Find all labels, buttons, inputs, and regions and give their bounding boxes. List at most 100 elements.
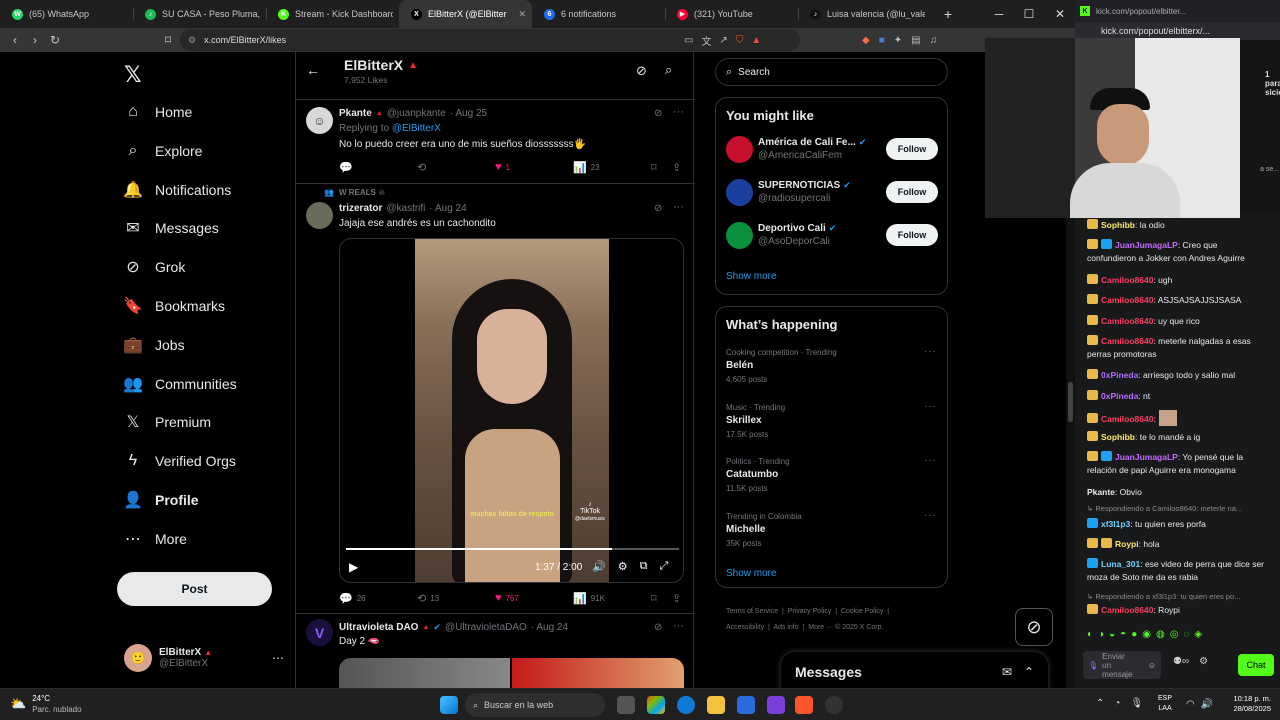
chat-username[interactable]: Camiloo8640 bbox=[1101, 605, 1153, 615]
tab-close-icon[interactable]: ✕ bbox=[518, 9, 526, 20]
sidebar-item-home[interactable]: ⌂ Home bbox=[124, 97, 192, 127]
chat-username[interactable]: Pkante bbox=[1087, 487, 1115, 497]
footer-link[interactable]: Ads info bbox=[773, 624, 798, 631]
browser-tab[interactable]: K Stream - Kick Dashboard bbox=[266, 0, 399, 28]
like-button[interactable]: ♥ 1 bbox=[495, 161, 510, 173]
app-icon[interactable] bbox=[767, 696, 785, 714]
avatar[interactable]: ☺ bbox=[306, 107, 333, 134]
tweet-more-icon[interactable]: ··· bbox=[673, 620, 684, 632]
grok-floating-button[interactable]: ⊘ bbox=[1015, 608, 1053, 646]
sidebar-item-explore[interactable]: ⌕ Explore bbox=[124, 136, 203, 166]
tweet-author-name[interactable]: trizerator bbox=[339, 203, 382, 214]
chat-username[interactable]: Sophibb bbox=[1101, 220, 1135, 230]
language-indicator[interactable]: ESP LAA bbox=[1158, 694, 1172, 714]
views-button[interactable]: 📊 91K bbox=[573, 592, 605, 605]
quick-settings[interactable]: ◠ 🔊 bbox=[1186, 699, 1213, 710]
footer-link[interactable]: Accessibility bbox=[726, 624, 764, 631]
close-window-icon[interactable]: ✕ bbox=[1044, 0, 1076, 28]
browser-tab[interactable]: X ElBitterX (@ElBitter ✕ bbox=[399, 0, 532, 28]
chat-username[interactable]: Sophibb bbox=[1101, 432, 1135, 442]
copilot-icon[interactable] bbox=[647, 696, 665, 714]
tweet-date[interactable]: · Aug 24 bbox=[429, 203, 466, 214]
trend-more-icon[interactable]: ··· bbox=[924, 401, 937, 412]
repost-button[interactable]: ⟲ 13 bbox=[417, 592, 439, 605]
tweet-author-name[interactable]: Pkante bbox=[339, 108, 372, 119]
tweet-card[interactable]: ☺ Pkante ▲ @juanpkante · Aug 25 ⊘ ··· Re… bbox=[296, 99, 695, 183]
chat-reply-reference[interactable]: ↳ Respondiendo a Camiloo8640: meterle na… bbox=[1087, 504, 1267, 513]
chat-message[interactable]: Camiloo8640: bbox=[1087, 410, 1267, 426]
chat-username[interactable]: Luna_301 bbox=[1101, 559, 1140, 569]
repost-button[interactable]: ⟲ bbox=[417, 161, 430, 174]
pip-icon[interactable]: ⧉ bbox=[640, 560, 648, 573]
brave-rewards-icon[interactable]: ▲ bbox=[751, 35, 761, 46]
tweet-date[interactable]: · Aug 25 bbox=[450, 108, 487, 119]
search-input[interactable]: ⌕ Search bbox=[715, 58, 948, 86]
show-more-link[interactable]: Show more bbox=[726, 568, 777, 579]
tweet-card[interactable]: 👥 W REALS ☠ trizerator @kastrifi · Aug 24… bbox=[296, 183, 695, 613]
reload-icon[interactable]: ↻ bbox=[45, 30, 65, 50]
trend-name[interactable]: Belén bbox=[726, 360, 753, 371]
chat-message[interactable]: xf3l1p3: tu quien eres porfa bbox=[1087, 518, 1267, 531]
play-icon[interactable]: ▶ bbox=[349, 560, 358, 574]
trend-more-icon[interactable]: ··· bbox=[924, 455, 937, 466]
new-message-icon[interactable]: ✉ bbox=[1002, 665, 1012, 679]
new-tab-button[interactable]: + bbox=[932, 0, 964, 28]
follow-button[interactable]: Follow bbox=[886, 138, 938, 160]
sidebar-item-notifications[interactable]: 🔔 Notifications bbox=[123, 175, 231, 205]
follow-suggestion-name[interactable]: América de Cali Fe... bbox=[758, 137, 856, 148]
tweet-author-handle[interactable]: @kastrifi bbox=[386, 203, 425, 214]
media-thumbnail[interactable] bbox=[339, 658, 510, 688]
sidebar-item-more[interactable]: ⋯ More bbox=[124, 524, 187, 554]
cast-icon[interactable]: ▭ bbox=[684, 35, 693, 46]
share-button[interactable]: ⇪ bbox=[672, 592, 685, 605]
sidebar-item-communities[interactable]: 👥 Communities bbox=[123, 369, 237, 399]
extensions-puzzle-icon[interactable]: ✦ bbox=[894, 35, 902, 46]
tweet-author-handle[interactable]: @UltravioletaDAO bbox=[445, 622, 527, 633]
tweet-more-icon[interactable]: ··· bbox=[673, 106, 684, 118]
file-explorer-icon[interactable] bbox=[707, 696, 725, 714]
tray-chevron-icon[interactable]: ⌃ bbox=[1096, 698, 1104, 709]
social-context-label[interactable]: W REALS ☠ bbox=[339, 188, 385, 197]
chat-message[interactable]: JuanJumagaLP: Yo pensé que la relación d… bbox=[1087, 451, 1267, 477]
avatar[interactable] bbox=[726, 179, 753, 206]
bookmark-page-icon[interactable]: ⌑ bbox=[158, 30, 178, 50]
follow-suggestion-handle[interactable]: @AmericaCaliFem bbox=[758, 150, 842, 161]
users-icon[interactable]: ⚉∞ bbox=[1173, 656, 1189, 667]
sidebar-item-jobs[interactable]: 💼 Jobs bbox=[123, 330, 185, 360]
brave-icon[interactable] bbox=[795, 696, 813, 714]
x-logo-icon[interactable]: 𝕏 bbox=[124, 62, 142, 88]
back-icon[interactable]: ‹ bbox=[5, 30, 25, 50]
chat-username[interactable]: xf3l1p3 bbox=[1101, 519, 1130, 529]
grok-explain-icon[interactable]: ⊘ bbox=[654, 108, 662, 119]
emote-icon[interactable]: ◈ bbox=[1194, 629, 1202, 640]
edge-icon[interactable] bbox=[677, 696, 695, 714]
tweet-more-icon[interactable]: ··· bbox=[673, 201, 684, 213]
tweet-author-name[interactable]: Ultravioleta DAO bbox=[339, 622, 418, 633]
media-thumbnail[interactable] bbox=[512, 658, 684, 688]
sidebar-toggle-icon[interactable]: ▤ bbox=[911, 35, 920, 46]
chat-message[interactable]: 0xPineda: nt bbox=[1087, 390, 1267, 403]
browser-tab[interactable]: ♪ Luisa valencia (@lu_valencia bbox=[798, 0, 931, 28]
volume-icon[interactable]: 🔊 bbox=[592, 560, 606, 573]
brave-shield-icon[interactable]: ⛉ bbox=[736, 35, 744, 46]
tweet-card[interactable]: V Ultravioleta DAO ▲ ✔ @UltravioletaDAO … bbox=[296, 613, 695, 688]
obs-icon[interactable] bbox=[825, 696, 843, 714]
chat-message[interactable]: Camiloo8640: ugh bbox=[1087, 274, 1267, 287]
video-player[interactable]: muchas faltas de respeto ♪ TikTok @daelsmu… bbox=[339, 238, 684, 583]
follow-button[interactable]: Follow bbox=[886, 181, 938, 203]
search-icon[interactable]: ⌕ bbox=[665, 62, 672, 78]
chat-username[interactable]: 0xPineda bbox=[1101, 370, 1138, 380]
messages-drawer[interactable]: Messages ✉ ⌃ bbox=[781, 652, 1048, 688]
bookmark-button[interactable]: ⌑ bbox=[651, 161, 661, 174]
browser-tab[interactable]: 6 6 notifications bbox=[532, 0, 665, 28]
browser-tab[interactable]: W (65) WhatsApp bbox=[0, 0, 133, 28]
chat-username[interactable]: Roypi bbox=[1115, 539, 1139, 549]
sidebar-item-messages[interactable]: ✉ Messages bbox=[124, 213, 219, 243]
browser-tab[interactable]: ▶ (321) YouTube bbox=[665, 0, 798, 28]
chat-message[interactable]: Roypi: hola bbox=[1087, 538, 1267, 551]
weather-widget[interactable]: ⛅ 24°C Parc. nublado bbox=[10, 693, 82, 715]
follow-suggestion-name[interactable]: Deportivo Cali bbox=[758, 223, 826, 234]
chat-message[interactable]: Sophibb: te lo mandé a ig bbox=[1087, 431, 1267, 444]
share-icon[interactable]: ↗ bbox=[719, 35, 727, 46]
tweet-date[interactable]: · Aug 24 bbox=[531, 622, 568, 633]
